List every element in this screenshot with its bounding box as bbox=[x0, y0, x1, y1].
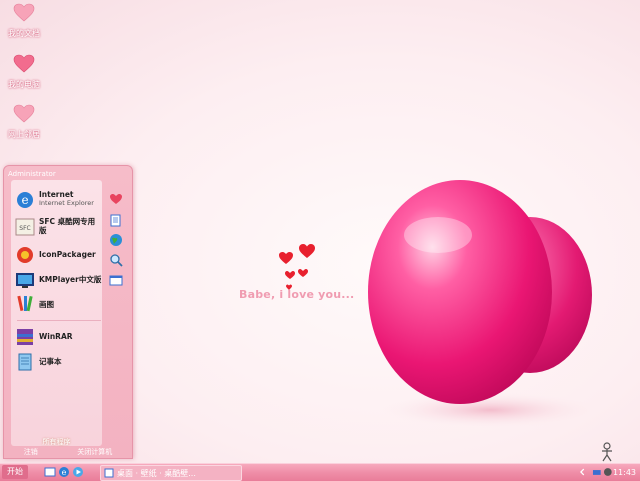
run-icon[interactable] bbox=[109, 273, 123, 287]
start-item-iconpackager[interactable]: IconPackager bbox=[15, 245, 103, 265]
system-tray: 11:43 bbox=[578, 465, 640, 479]
taskbar: 开始 e 桌面 · 壁纸 · 桌酷壁... 11:43 bbox=[0, 463, 640, 481]
taskbar-window-button[interactable]: 桌面 · 壁纸 · 桌酷壁... bbox=[100, 465, 242, 481]
all-programs-button[interactable]: 所有程序 bbox=[11, 437, 102, 447]
menu-separator bbox=[17, 320, 101, 321]
start-item-paint[interactable]: 画图 bbox=[15, 294, 103, 314]
tray-expand-icon[interactable] bbox=[578, 467, 588, 477]
start-item-label: IconPackager bbox=[39, 250, 96, 259]
start-menu-places bbox=[104, 180, 130, 446]
start-item-label: SFC 桌酷网专用版 bbox=[39, 217, 96, 235]
notepad-icon bbox=[18, 353, 32, 371]
show-desktop-icon[interactable] bbox=[44, 466, 56, 478]
desktop-icon-label: 我的文档 bbox=[8, 29, 40, 38]
desktop-icon-label: 网上邻居 bbox=[8, 130, 40, 139]
desktop-icon-my-documents[interactable]: 我的文档 bbox=[0, 3, 48, 39]
search-icon[interactable] bbox=[109, 253, 123, 267]
globe-icon[interactable] bbox=[109, 233, 123, 247]
start-menu-bottom-bar: 注销 关闭计算机 bbox=[4, 447, 132, 458]
volume-icon[interactable] bbox=[603, 467, 613, 477]
start-item-internet[interactable]: e Internet Internet Explorer bbox=[15, 190, 103, 210]
media-icon[interactable] bbox=[72, 466, 84, 478]
start-item-kmplayer[interactable]: KMPlayer中文版 bbox=[15, 270, 103, 290]
ie-icon: e bbox=[17, 192, 33, 208]
paint-icon bbox=[17, 295, 33, 312]
wallpaper-slogan: Babe, i love you... bbox=[239, 288, 355, 301]
heart-icon[interactable] bbox=[109, 192, 123, 206]
start-button[interactable]: 开始 bbox=[2, 465, 28, 479]
window-icon bbox=[104, 468, 114, 478]
heart-icon bbox=[13, 104, 35, 123]
start-item-label: Internet bbox=[39, 190, 74, 199]
iconpackager-icon bbox=[17, 247, 33, 263]
start-item-label: 画图 bbox=[39, 300, 54, 309]
start-item-label: 记事本 bbox=[39, 357, 62, 366]
wallpaper-heart-image bbox=[368, 180, 600, 428]
figure-icon bbox=[602, 442, 612, 462]
desktop-icon-label: 我的电脑 bbox=[8, 80, 40, 89]
svg-text:e: e bbox=[62, 468, 67, 477]
start-item-sub: Internet Explorer bbox=[39, 199, 94, 207]
heart-icon bbox=[13, 54, 35, 73]
logoff-button[interactable]: 注销 bbox=[24, 447, 38, 458]
network-icon[interactable] bbox=[592, 467, 602, 477]
start-menu: Administrator e Internet Internet Explore… bbox=[3, 165, 133, 459]
clock[interactable]: 11:43 bbox=[613, 468, 636, 477]
start-menu-user: Administrator bbox=[8, 170, 56, 178]
sfc-icon: SFC bbox=[15, 218, 35, 236]
start-item-sfc[interactable]: SFC SFC 桌酷网专用版 bbox=[15, 217, 103, 237]
svg-text:SFC: SFC bbox=[19, 225, 30, 232]
ie-icon[interactable]: e bbox=[58, 466, 70, 478]
documents-icon[interactable] bbox=[109, 213, 123, 227]
shutdown-button[interactable]: 关闭计算机 bbox=[77, 447, 112, 458]
start-item-label: KMPlayer中文版 bbox=[39, 275, 102, 284]
start-item-label: WinRAR bbox=[39, 332, 73, 341]
start-menu-programs: e Internet Internet Explorer SFC SFC 桌酷网专… bbox=[11, 180, 102, 446]
taskbar-window-label: 桌面 · 壁纸 · 桌酷壁... bbox=[117, 468, 196, 478]
desktop-icon-network[interactable]: 网上邻居 bbox=[0, 104, 48, 140]
svg-text:e: e bbox=[21, 193, 28, 207]
heart-icon bbox=[13, 3, 35, 22]
start-item-notepad[interactable]: 记事本 bbox=[15, 352, 103, 372]
desktop-icon-my-computer[interactable]: 我的电脑 bbox=[0, 54, 48, 90]
kmplayer-icon bbox=[16, 273, 34, 288]
start-item-winrar[interactable]: WinRAR bbox=[15, 327, 103, 347]
winrar-icon bbox=[17, 329, 33, 345]
